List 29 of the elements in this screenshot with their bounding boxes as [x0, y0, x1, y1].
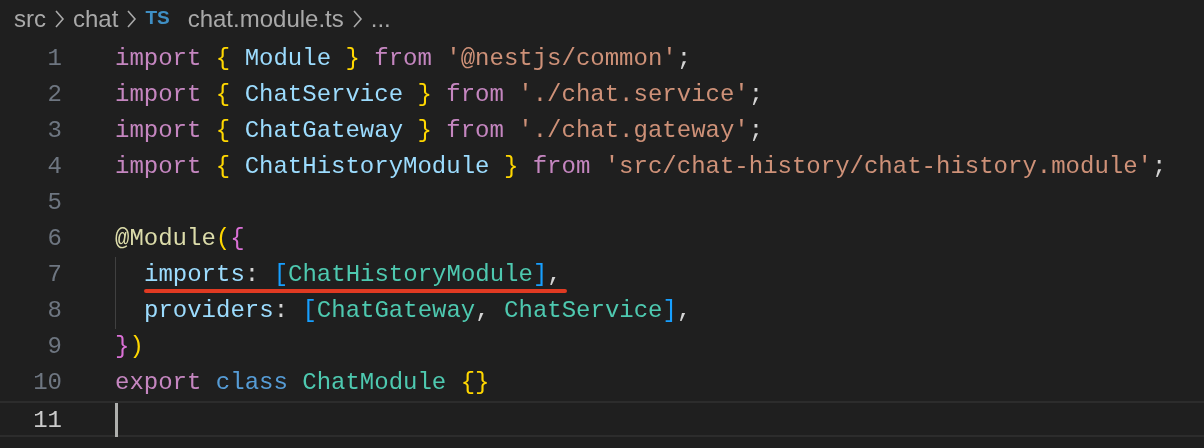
typescript-icon: TS	[145, 4, 170, 33]
line-number: 8	[46, 296, 62, 326]
line-number: 6	[46, 224, 62, 254]
code-line: providers: [ChatGateway, ChatService],	[144, 297, 692, 324]
code-line: export class ChatModule {}	[115, 369, 490, 396]
line-number: 10	[32, 368, 62, 398]
line-number: 5	[46, 188, 62, 218]
breadcrumb-item[interactable]: src	[14, 0, 46, 37]
code-line: })	[115, 333, 144, 360]
line-number: 9	[46, 332, 62, 362]
line-number: 7	[46, 260, 62, 290]
chevron-icon	[54, 8, 65, 29]
line-number: 4	[46, 152, 62, 182]
line-number: 3	[46, 116, 62, 146]
code-line: @Module({	[115, 225, 245, 252]
chevron-icon	[126, 8, 138, 29]
code-line: import { ChatGateway } from './chat.gateway';	[115, 117, 764, 144]
breadcrumb-item[interactable]: chat.module.ts	[187, 0, 344, 37]
code-line: imports: [ChatHistoryModule],	[144, 261, 562, 288]
line-number: 1	[46, 44, 62, 74]
code-line: import { ChatService } from './chat.service';	[115, 81, 764, 108]
chevron-icon	[351, 8, 363, 29]
breadcrumb-item[interactable]: chat	[73, 0, 119, 37]
code-line: import { Module } from '@nestjs/common';	[115, 45, 692, 72]
text-cursor	[115, 403, 118, 437]
code-line: import { ChatHistoryModule } from 'src/chat-history/chat-history.module';	[115, 153, 1167, 180]
line-number: 11	[32, 406, 62, 435]
more-link[interactable]: ...	[370, 0, 391, 37]
line-number: 2	[46, 80, 62, 110]
